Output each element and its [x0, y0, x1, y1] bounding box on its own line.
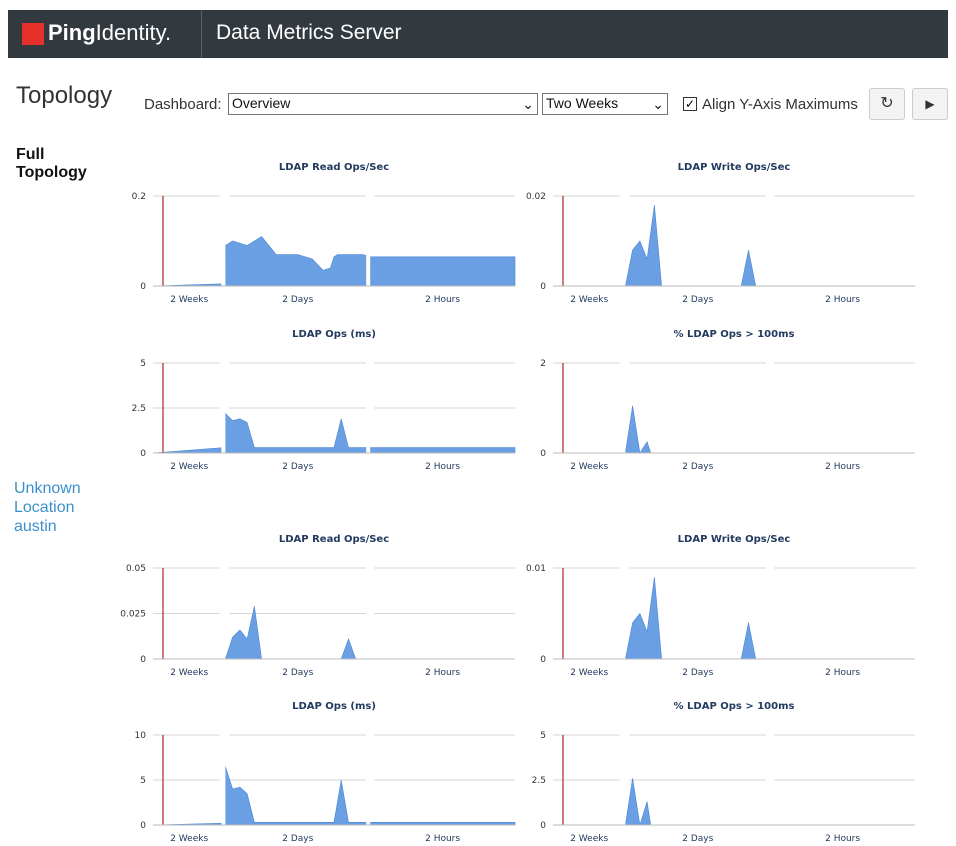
- series-area: [553, 405, 915, 454]
- section-gap: [621, 727, 626, 827]
- x-section-label: 2 Days: [282, 462, 313, 472]
- y-tick-label: 0: [140, 449, 146, 459]
- y-tick-label: 0.025: [120, 610, 146, 620]
- y-tick-label: 2: [540, 359, 546, 369]
- x-section-label: 2 Hours: [425, 834, 460, 844]
- x-section-label: 2 Weeks: [170, 462, 208, 472]
- x-section-label: 2 Weeks: [570, 295, 608, 305]
- x-section-label: 2 Days: [282, 834, 313, 844]
- y-tick-label: 5: [540, 731, 546, 741]
- y-tick-label: 0: [540, 821, 546, 831]
- series-area: [152, 766, 516, 826]
- y-tick-label: 2.5: [132, 404, 146, 414]
- series-area: [152, 236, 516, 287]
- y-tick-label: 0: [540, 655, 546, 665]
- y-tick-label: 5: [140, 359, 146, 369]
- x-section-label: 2 Days: [282, 295, 313, 305]
- x-section-label: 2 Hours: [425, 295, 460, 305]
- y-tick-label: 10: [135, 731, 147, 741]
- section-gap: [221, 727, 226, 827]
- x-section-label: 2 Weeks: [570, 668, 608, 678]
- series-area: [153, 606, 515, 660]
- x-section-label: 2 Days: [682, 834, 713, 844]
- y-tick-label: 0: [140, 821, 146, 831]
- x-section-label: 2 Weeks: [170, 834, 208, 844]
- x-section-label: 2 Hours: [825, 834, 860, 844]
- x-section-label: 2 Days: [682, 668, 713, 678]
- section-gap: [766, 727, 771, 827]
- x-section-label: 2 Hours: [425, 668, 460, 678]
- y-tick-label: 0.2: [132, 192, 146, 202]
- y-tick-label: 0: [140, 655, 146, 665]
- chart-title: % LDAP Ops > 100ms: [674, 329, 795, 340]
- section-gap: [621, 355, 626, 455]
- series-area: [553, 778, 915, 826]
- section-gap: [621, 188, 626, 288]
- x-section-label: 2 Hours: [825, 295, 860, 305]
- y-tick-label: 0: [540, 282, 546, 292]
- chart-title: LDAP Write Ops/Sec: [678, 534, 791, 545]
- x-section-label: 2 Weeks: [170, 295, 208, 305]
- x-section-label: 2 Days: [682, 462, 713, 472]
- x-section-label: 2 Weeks: [570, 462, 608, 472]
- y-tick-label: 0.01: [526, 564, 546, 574]
- y-tick-label: 5: [140, 776, 146, 786]
- series-area: [553, 204, 915, 287]
- chart-title: LDAP Ops (ms): [292, 701, 376, 712]
- section-gap: [366, 188, 371, 288]
- chart-title: LDAP Ops (ms): [292, 329, 376, 340]
- x-section-label: 2 Hours: [825, 668, 860, 678]
- section-gap: [366, 355, 371, 455]
- section-gap: [766, 355, 771, 455]
- x-section-label: 2 Weeks: [170, 668, 208, 678]
- chart-title: LDAP Write Ops/Sec: [678, 162, 791, 173]
- y-tick-label: 0: [140, 282, 146, 292]
- section-gap: [221, 188, 226, 288]
- section-gap: [221, 355, 226, 455]
- x-section-label: 2 Weeks: [570, 834, 608, 844]
- y-tick-label: 0.05: [126, 564, 146, 574]
- section-gap: [621, 560, 626, 661]
- chart-title: LDAP Read Ops/Sec: [279, 534, 389, 545]
- chart-title: % LDAP Ops > 100ms: [674, 701, 795, 712]
- y-tick-label: 0.02: [526, 192, 546, 202]
- x-section-label: 2 Days: [682, 295, 713, 305]
- x-section-label: 2 Hours: [825, 462, 860, 472]
- charts-canvas: LDAP Read Ops/Sec 0.2 0 2 Weeks 2 Days 2 Hour…: [120, 162, 915, 844]
- chart-title: LDAP Read Ops/Sec: [279, 162, 389, 173]
- section-gap: [221, 560, 226, 661]
- section-gap: [366, 727, 371, 827]
- y-tick-label: 0: [540, 449, 546, 459]
- x-section-label: 2 Hours: [425, 462, 460, 472]
- section-gap: [366, 560, 371, 661]
- section-gap: [766, 188, 771, 288]
- x-section-label: 2 Days: [282, 668, 313, 678]
- section-gap: [766, 560, 771, 661]
- series-area: [553, 577, 915, 660]
- series-area: [152, 412, 516, 454]
- y-tick-label: 2.5: [532, 776, 546, 786]
